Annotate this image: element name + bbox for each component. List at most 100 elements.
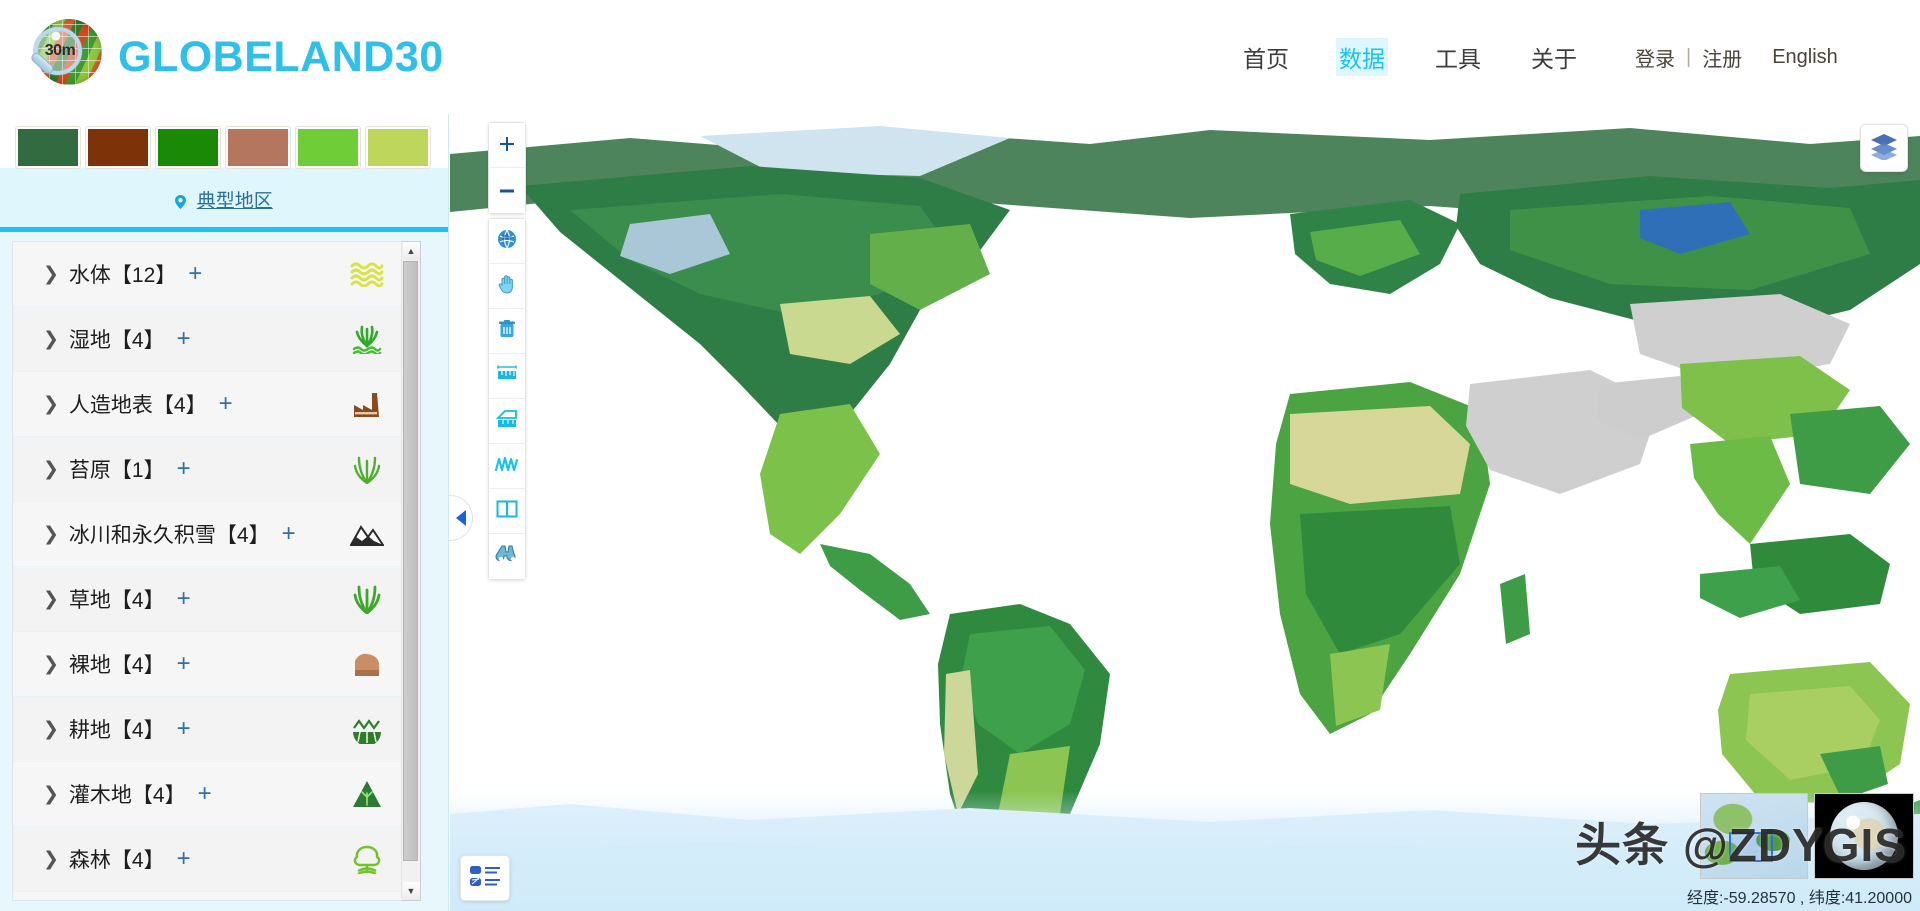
chevron-right-icon[interactable]: ❯ xyxy=(43,458,59,480)
layer-count-bareland: 【4】 xyxy=(110,654,165,677)
globe-thumbnail[interactable] xyxy=(1814,793,1914,879)
measure-distance-tool-button[interactable] xyxy=(489,354,525,399)
bareland-icon xyxy=(347,644,387,684)
globe-magnifier-logo-icon: 30m xyxy=(22,15,106,99)
nav-item-data[interactable]: 数据 xyxy=(1336,38,1388,76)
layer-row-cultivated-land[interactable]: ❯ 耕地 【4】 + xyxy=(13,697,401,762)
map-tool-palette xyxy=(488,218,526,580)
swatch-artificial-brown[interactable] xyxy=(85,126,151,169)
layer-list-scrollbar[interactable]: ▲ ▼ xyxy=(402,241,421,901)
layer-label-glacier-snow: 冰川和永久积雪 xyxy=(68,524,216,547)
brand-title: GLOBELAND30 xyxy=(118,32,444,81)
layer-row-glacier-snow[interactable]: ❯ 冰川和永久积雪 【4】 + xyxy=(13,502,401,567)
layer-count-grassland: 【4】 xyxy=(110,589,165,612)
add-layer-tundra-button[interactable]: + xyxy=(177,457,191,481)
add-layer-cultivated-land-button[interactable]: + xyxy=(177,717,191,741)
overview-extent-box[interactable] xyxy=(1729,832,1773,862)
layer-label-artificial-surface: 人造地表 xyxy=(68,394,153,417)
layer-count-tundra: 【1】 xyxy=(110,459,165,482)
layer-label-cultivated-land: 耕地 xyxy=(68,719,111,742)
zoom-in-button[interactable] xyxy=(489,123,525,168)
nav-item-about[interactable]: 关于 xyxy=(1528,38,1580,76)
chevron-right-icon[interactable]: ❯ xyxy=(43,588,59,610)
layer-row-water[interactable]: ❯ 水体 【12】 + xyxy=(13,242,401,307)
swipe-compare-tool-button[interactable] xyxy=(489,489,525,534)
layers-button[interactable] xyxy=(1860,124,1908,172)
layer-list-container: ❯ 水体 【12】 + ❯ 湿地 【4】 + ❯ 人造地表 【4】 + ❯ 苔原… xyxy=(12,241,421,901)
coordinate-readout: 经度:-59.28570 , 纬度:41.20000 xyxy=(1686,890,1912,907)
chevron-right-icon[interactable]: ❯ xyxy=(43,848,59,870)
globe-3d-tool-button[interactable] xyxy=(489,219,525,264)
split-panel-icon xyxy=(495,499,519,524)
add-layer-bareland-button[interactable]: + xyxy=(177,652,191,676)
layer-row-wetland[interactable]: ❯ 湿地 【4】 + xyxy=(13,307,401,372)
scrollbar-thumb[interactable] xyxy=(403,261,418,861)
swatch-shrub-yellowgreen[interactable] xyxy=(365,126,431,169)
layer-row-bareland[interactable]: ❯ 裸地 【4】 + xyxy=(13,632,401,697)
brand-logo[interactable]: 30m GLOBELAND30 xyxy=(22,15,444,99)
swatch-bareland-salmon[interactable] xyxy=(225,126,291,169)
binoculars-icon xyxy=(495,543,519,570)
layers-stack-icon xyxy=(1869,132,1899,165)
layer-list: ❯ 水体 【12】 + ❯ 湿地 【4】 + ❯ 人造地表 【4】 + ❯ 苔原… xyxy=(12,241,402,901)
scroll-down-arrow[interactable]: ▼ xyxy=(402,882,420,900)
zoom-out-button[interactable] xyxy=(489,168,525,213)
map-overview-widgets xyxy=(1700,793,1914,879)
snow-mountain-icon xyxy=(347,514,387,554)
layer-label-wetland: 湿地 xyxy=(68,329,111,352)
swatch-cultivated-green[interactable] xyxy=(155,126,221,169)
map-viewport[interactable]: 头条 @ZDYGIS 经度:-59.28570 , 纬度:41.20000 xyxy=(450,114,1920,911)
map-pin-icon xyxy=(175,195,187,209)
add-layer-wetland-button[interactable]: + xyxy=(177,327,191,351)
logo-resolution-badge: 30m xyxy=(44,42,76,59)
layer-label-bareland: 裸地 xyxy=(68,654,111,677)
register-link[interactable]: 注册 xyxy=(1702,43,1742,72)
trash-icon xyxy=(496,318,518,345)
inspect-tool-button[interactable] xyxy=(489,534,525,579)
grass-icon xyxy=(347,579,387,619)
layer-label-water: 水体 xyxy=(68,264,111,287)
chevron-right-icon[interactable]: ❯ xyxy=(43,393,59,415)
swatch-forest-dark-green[interactable] xyxy=(15,126,81,169)
overview-map[interactable] xyxy=(1700,793,1808,879)
globe-icon xyxy=(496,228,518,255)
layer-row-shrubland[interactable]: ❯ 灌木地 【4】 + xyxy=(13,762,401,827)
chevron-right-icon[interactable]: ❯ xyxy=(43,653,59,675)
nav-item-tools[interactable]: 工具 xyxy=(1432,38,1484,76)
add-layer-glacier-snow-button[interactable]: + xyxy=(282,522,296,546)
layer-count-cultivated-land: 【4】 xyxy=(110,719,165,742)
collapse-left-arrow-icon xyxy=(455,510,466,526)
main-navigation: 首页 数据 工具 关于 xyxy=(1240,0,1580,114)
measure-area-tool-button[interactable] xyxy=(489,399,525,444)
layer-row-forest[interactable]: ❯ 森林 【4】 + xyxy=(13,827,401,892)
chevron-right-icon[interactable]: ❯ xyxy=(43,718,59,740)
add-layer-shrubland-button[interactable]: + xyxy=(198,782,212,806)
add-layer-forest-button[interactable]: + xyxy=(177,847,191,871)
login-link[interactable]: 登录 xyxy=(1635,43,1675,72)
legend-list-icon xyxy=(468,863,502,894)
legend-button[interactable] xyxy=(460,855,510,901)
profile-tool-button[interactable] xyxy=(489,444,525,489)
chevron-right-icon[interactable]: ❯ xyxy=(43,523,59,545)
shrub-tree-icon xyxy=(347,774,387,814)
chevron-right-icon[interactable]: ❯ xyxy=(43,783,59,805)
layer-row-grassland[interactable]: ❯ 草地 【4】 + xyxy=(13,567,401,632)
add-layer-grassland-button[interactable]: + xyxy=(177,587,191,611)
chevron-right-icon[interactable]: ❯ xyxy=(43,328,59,350)
chevron-right-icon[interactable]: ❯ xyxy=(43,263,59,285)
pan-tool-button[interactable] xyxy=(489,264,525,309)
site-header: 30m GLOBELAND30 首页 数据 工具 关于 登录 | 注册 Engl… xyxy=(0,0,1920,114)
language-switch-link[interactable]: English xyxy=(1772,46,1838,69)
clear-tool-button[interactable] xyxy=(489,309,525,354)
scroll-up-arrow[interactable]: ▲ xyxy=(402,242,420,260)
layer-count-forest: 【4】 xyxy=(110,849,165,872)
layer-row-artificial-surface[interactable]: ❯ 人造地表 【4】 + xyxy=(13,372,401,437)
globe-thumbnail-icon xyxy=(1830,802,1898,870)
add-layer-water-button[interactable]: + xyxy=(188,262,202,286)
layer-row-tundra[interactable]: ❯ 苔原 【1】 + xyxy=(13,437,401,502)
add-layer-artificial-surface-button[interactable]: + xyxy=(219,392,233,416)
cultivated-field-icon xyxy=(347,709,387,749)
nav-item-home[interactable]: 首页 xyxy=(1240,38,1292,76)
swatch-grassland-lime[interactable] xyxy=(295,126,361,169)
typical-region-link[interactable]: 典型地区 xyxy=(197,191,273,212)
